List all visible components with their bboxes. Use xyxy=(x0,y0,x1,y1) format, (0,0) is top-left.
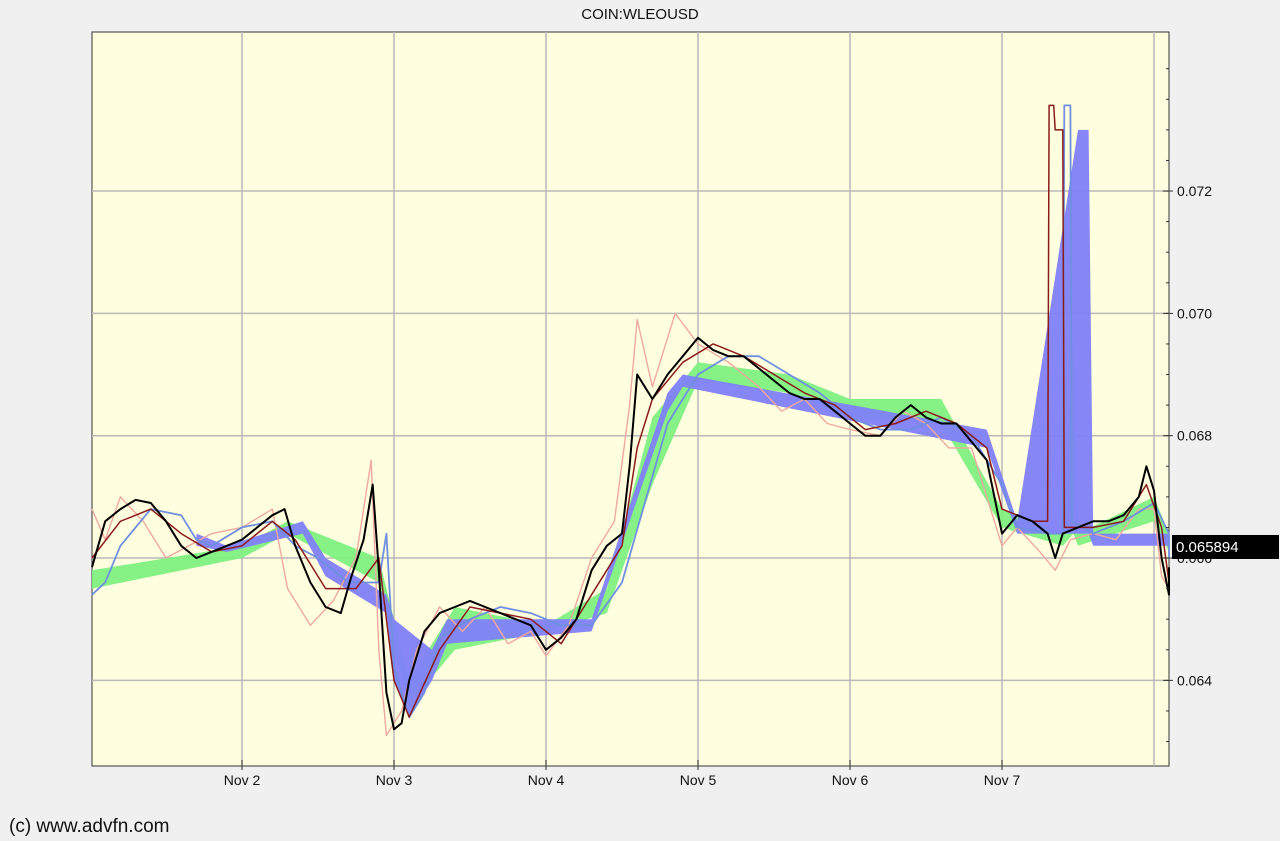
last-price-label: 0.065894 xyxy=(1176,539,1239,556)
y-tick-label: 0.072 xyxy=(1177,183,1212,199)
x-tick-label: Nov 7 xyxy=(984,772,1021,788)
x-tick-label: Nov 3 xyxy=(376,772,413,788)
y-tick-label: 0.068 xyxy=(1177,428,1212,444)
x-tick-label: Nov 2 xyxy=(224,772,261,788)
last-price-tag: 0.065894 xyxy=(1172,535,1279,559)
x-tick-label: Nov 6 xyxy=(832,772,869,788)
x-tick-label: Nov 4 xyxy=(528,772,565,788)
x-tick-label: Nov 5 xyxy=(680,772,717,788)
y-tick-label: 0.070 xyxy=(1177,305,1212,321)
price-chart: 0.0640.0660.0680.0700.072Nov 2Nov 3Nov 4… xyxy=(91,31,1279,788)
y-tick-label: 0.064 xyxy=(1177,672,1212,688)
copyright-text: (c) www.advfn.com xyxy=(9,816,170,837)
